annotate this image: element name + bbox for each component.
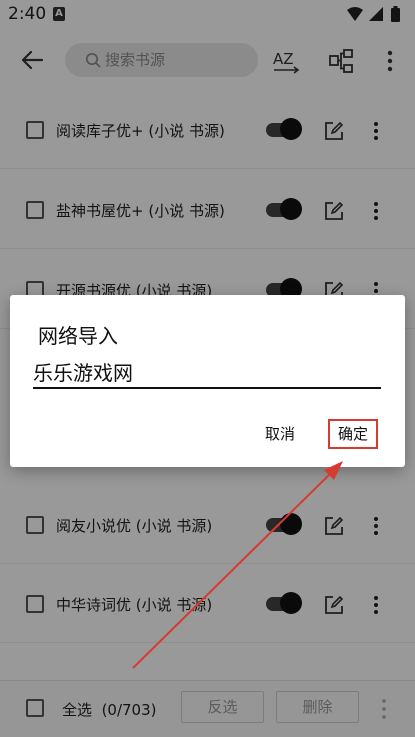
cancel-button[interactable]: 取消 [256,419,304,449]
confirm-button[interactable]: 确定 [328,419,378,449]
network-import-dialog: 网络导入 取消 确定 [10,295,405,467]
url-input[interactable] [33,355,381,389]
dialog-title: 网络导入 [38,324,118,348]
app-screen: 2:40 A AZ [0,0,415,737]
